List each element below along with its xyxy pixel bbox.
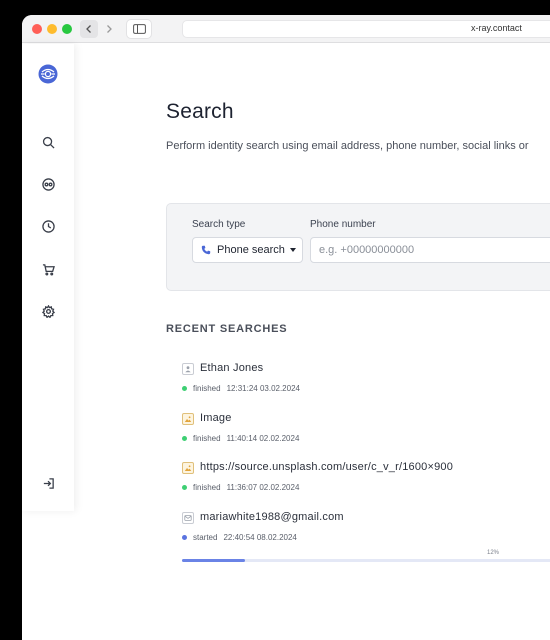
mask-icon[interactable] bbox=[38, 174, 58, 194]
image-icon bbox=[182, 462, 194, 474]
chevron-right-icon bbox=[107, 25, 112, 33]
email-icon bbox=[182, 512, 194, 524]
status-badge: started bbox=[193, 533, 218, 542]
page-title: Search bbox=[166, 100, 234, 123]
close-window-button[interactable] bbox=[32, 24, 42, 34]
status-badge: finished bbox=[193, 483, 221, 492]
phone-number-input[interactable] bbox=[310, 237, 550, 263]
search-progress-bar bbox=[182, 559, 550, 562]
page-subtitle: Perform identity search using email addr… bbox=[166, 140, 529, 152]
recent-searches-heading: RECENT SEARCHES bbox=[166, 323, 288, 335]
status-dot bbox=[182, 386, 187, 391]
phone-number-label: Phone number bbox=[310, 219, 376, 230]
person-icon bbox=[182, 363, 194, 375]
history-icon[interactable] bbox=[38, 216, 58, 236]
status-line: finished 11:40:14 02.02.2024 bbox=[182, 434, 299, 443]
timestamp: 11:40:14 02.02.2024 bbox=[226, 434, 300, 443]
search-query: Ethan Jones bbox=[200, 362, 264, 374]
browser-titlebar: x-ray.contact bbox=[22, 15, 550, 43]
search-type-value: Phone search bbox=[217, 244, 285, 256]
address-text: x-ray.contact bbox=[471, 23, 522, 33]
status-badge: finished bbox=[193, 434, 221, 443]
search-type-label: Search type bbox=[192, 219, 246, 230]
status-line: finished 11:36:07 02.02.2024 bbox=[182, 483, 299, 492]
forward-button[interactable] bbox=[100, 20, 118, 38]
status-dot bbox=[182, 436, 187, 441]
browser-window: x-ray.contact Search Perform identity se… bbox=[22, 15, 550, 640]
logo-icon[interactable] bbox=[38, 64, 58, 84]
timestamp: 22:40:54 08.02.2024 bbox=[223, 533, 297, 542]
search-query: https://source.unsplash.com/user/c_v_r/1… bbox=[200, 461, 454, 473]
progress-fill bbox=[182, 559, 245, 562]
chevron-left-icon bbox=[86, 25, 91, 33]
status-badge: finished bbox=[193, 384, 221, 393]
logout-icon[interactable] bbox=[38, 473, 58, 493]
address-bar[interactable]: x-ray.contact bbox=[182, 20, 550, 38]
chevron-down-icon bbox=[289, 248, 296, 252]
main-content: Search Perform identity search using ema… bbox=[74, 44, 550, 640]
timestamp: 11:36:07 02.02.2024 bbox=[226, 483, 300, 492]
sidebar-icon bbox=[132, 24, 146, 34]
status-dot bbox=[182, 485, 187, 490]
status-dot bbox=[182, 535, 187, 540]
search-form: Search type Phone number Phone search bbox=[166, 203, 550, 291]
search-query: Image bbox=[200, 412, 232, 424]
status-line: finished 12:31:24 03.02.2024 bbox=[182, 384, 300, 393]
search-icon[interactable] bbox=[38, 132, 58, 152]
cart-icon[interactable] bbox=[38, 259, 58, 279]
status-line: started 22:40:54 08.02.2024 bbox=[182, 533, 297, 542]
phone-icon bbox=[201, 245, 211, 255]
sidebar-toggle-button[interactable] bbox=[126, 19, 152, 39]
timestamp: 12:31:24 03.02.2024 bbox=[226, 384, 300, 393]
progress-percent: 12% bbox=[487, 550, 500, 556]
search-type-select[interactable]: Phone search bbox=[192, 237, 303, 263]
search-query: mariawhite1988@gmail.com bbox=[200, 511, 344, 523]
maximize-window-button[interactable] bbox=[62, 24, 72, 34]
back-button[interactable] bbox=[80, 20, 98, 38]
app-sidebar bbox=[22, 44, 74, 511]
image-icon bbox=[182, 413, 194, 425]
gear-icon[interactable] bbox=[38, 301, 58, 321]
minimize-window-button[interactable] bbox=[47, 24, 57, 34]
